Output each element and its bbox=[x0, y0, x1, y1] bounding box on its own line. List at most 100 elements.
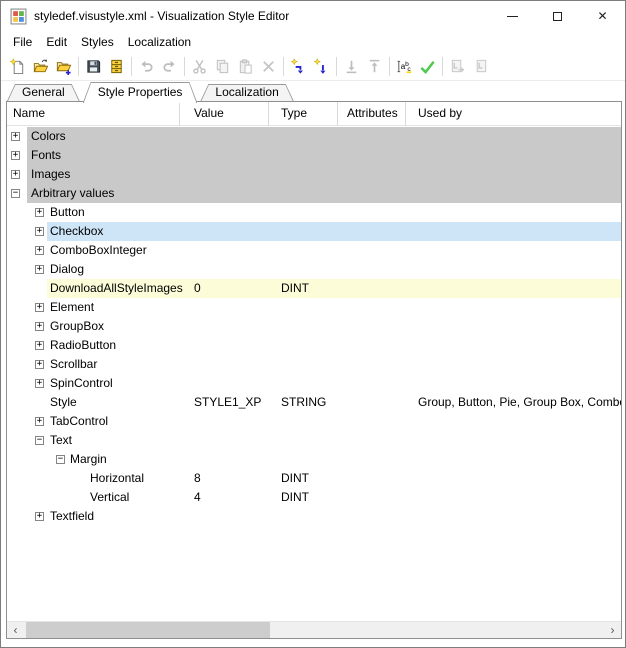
expander-plus-icon[interactable]: + bbox=[11, 151, 20, 160]
tab-localization[interactable]: Localization bbox=[200, 84, 293, 101]
tree-row-colors[interactable]: +Colors bbox=[7, 127, 621, 146]
expander-plus-icon[interactable]: + bbox=[11, 132, 20, 141]
horizontal-scrollbar[interactable]: ‹ › bbox=[7, 621, 621, 638]
expander-plus-icon[interactable]: + bbox=[35, 417, 44, 426]
toolbar-separator bbox=[442, 57, 443, 76]
toolbar-insert-below-button[interactable] bbox=[310, 55, 333, 78]
row-highlight bbox=[27, 146, 621, 165]
expander-minus-icon[interactable]: − bbox=[35, 436, 44, 445]
menu-styles[interactable]: Styles bbox=[74, 31, 121, 53]
tree-row-dialog[interactable]: +Dialog bbox=[7, 260, 621, 279]
row-name: Scrollbar bbox=[50, 355, 97, 374]
tree-row-groupbox[interactable]: +GroupBox bbox=[7, 317, 621, 336]
expander-plus-icon[interactable]: + bbox=[35, 303, 44, 312]
row-used-by: Group, Button, Pie, Group Box, Combo Bo bbox=[418, 393, 621, 412]
tree-row-scrollbar[interactable]: + Scrollbar bbox=[7, 355, 621, 374]
expander-plus-icon[interactable]: + bbox=[35, 322, 44, 331]
tree-row-style[interactable]: Style STYLE1_XP STRING Group, Button, Pie, … bbox=[7, 393, 621, 412]
toolbar-insert-child-button[interactable] bbox=[287, 55, 310, 78]
scroll-left-button[interactable]: ‹ bbox=[7, 622, 24, 638]
toolbar-move-down-button bbox=[340, 55, 363, 78]
expander-plus-icon[interactable]: + bbox=[11, 170, 20, 179]
scrollbar-track[interactable] bbox=[24, 622, 604, 638]
tab-style-properties[interactable]: Style Properties bbox=[83, 82, 198, 103]
row-type: STRING bbox=[281, 393, 326, 412]
expander-plus-icon[interactable]: + bbox=[35, 208, 44, 217]
expander-plus-icon[interactable]: + bbox=[35, 227, 44, 236]
toolbar-new-file-button[interactable] bbox=[6, 55, 29, 78]
toolbar-localize-export-button bbox=[446, 55, 469, 78]
tree-row-vertical[interactable]: Vertical4DINT bbox=[7, 488, 621, 507]
toolbar-copy-button bbox=[211, 55, 234, 78]
tree-row-element[interactable]: +Element bbox=[7, 298, 621, 317]
minimize-button[interactable] bbox=[490, 1, 535, 31]
expander-minus-icon[interactable]: − bbox=[11, 189, 20, 198]
toolbar-validate-button[interactable] bbox=[416, 55, 439, 78]
tree-row-checkbox[interactable]: +Checkbox bbox=[7, 222, 621, 241]
close-button[interactable]: ✕ bbox=[580, 1, 625, 31]
toolbar-rename-button[interactable]: abc bbox=[393, 55, 416, 78]
column-header-attributes[interactable]: Attributes bbox=[338, 102, 406, 126]
tree-row-arbitrary-values[interactable]: −Arbitrary values bbox=[7, 184, 621, 203]
row-type: DINT bbox=[281, 488, 309, 507]
toolbar-open-file-button[interactable] bbox=[29, 55, 52, 78]
localize-import-icon bbox=[472, 58, 489, 75]
close-icon: ✕ bbox=[597, 10, 607, 22]
scrollbar-thumb[interactable] bbox=[26, 622, 270, 638]
tree-row-comboboxinteger[interactable]: + ComboBoxInteger bbox=[7, 241, 621, 260]
expander-plus-icon[interactable]: + bbox=[35, 246, 44, 255]
tab-general[interactable]: General bbox=[7, 84, 80, 101]
toolbar-separator bbox=[184, 57, 185, 76]
save-archive-icon bbox=[108, 58, 125, 75]
property-tree: +Colors+Fonts+Images−Arbitrary values+Bu… bbox=[7, 127, 621, 621]
scroll-right-button[interactable]: › bbox=[604, 622, 621, 638]
expander-plus-icon[interactable]: + bbox=[35, 379, 44, 388]
tree-row-horizontal[interactable]: Horizontal8DINT bbox=[7, 469, 621, 488]
column-header-used-by[interactable]: Used by bbox=[406, 102, 621, 126]
row-name: Style bbox=[50, 393, 77, 412]
row-highlight bbox=[27, 184, 621, 203]
open-file-icon bbox=[32, 58, 49, 75]
toolbar-paste-button bbox=[234, 55, 257, 78]
tree-row-radiobutton[interactable]: + RadioButton bbox=[7, 336, 621, 355]
menu-edit[interactable]: Edit bbox=[39, 31, 74, 53]
menu-localization[interactable]: Localization bbox=[121, 31, 198, 53]
tree-row-tabcontrol[interactable]: +TabControl bbox=[7, 412, 621, 431]
expander-minus-icon[interactable]: − bbox=[56, 455, 65, 464]
tree-row-button[interactable]: +Button bbox=[7, 203, 621, 222]
toolbar: abc bbox=[1, 53, 625, 81]
delete-icon bbox=[260, 58, 277, 75]
copy-icon bbox=[214, 58, 231, 75]
tree-row-downloadallstyleimages[interactable]: DownloadAllStyleImages0DINT bbox=[7, 279, 621, 298]
tree-row-images[interactable]: +Images bbox=[7, 165, 621, 184]
toolbar-save-button[interactable] bbox=[82, 55, 105, 78]
column-header-type[interactable]: Type bbox=[269, 102, 338, 126]
tab-label: Localization bbox=[200, 84, 293, 100]
row-value: STYLE1_XP bbox=[194, 393, 261, 412]
row-value: 0 bbox=[194, 279, 201, 298]
expander-plus-icon[interactable]: + bbox=[35, 265, 44, 274]
column-header-name[interactable]: Name bbox=[7, 102, 180, 126]
app-window: styledef.visustyle.xml - Visualization S… bbox=[0, 0, 626, 648]
row-name: ComboBoxInteger bbox=[50, 241, 147, 260]
expander-plus-icon[interactable]: + bbox=[35, 341, 44, 350]
toolbar-save-archive-button[interactable] bbox=[105, 55, 128, 78]
move-down-icon bbox=[343, 58, 360, 75]
menu-file[interactable]: File bbox=[6, 31, 39, 53]
row-name: RadioButton bbox=[50, 336, 116, 355]
expander-plus-icon[interactable]: + bbox=[35, 512, 44, 521]
tree-row-fonts[interactable]: +Fonts bbox=[7, 146, 621, 165]
toolbar-cut-button bbox=[188, 55, 211, 78]
tree-row-spincontrol[interactable]: +SpinControl bbox=[7, 374, 621, 393]
title-bar: styledef.visustyle.xml - Visualization S… bbox=[1, 1, 625, 31]
tree-row-text[interactable]: −Text bbox=[7, 431, 621, 450]
tree-row-margin[interactable]: −Margin bbox=[7, 450, 621, 469]
maximize-button[interactable] bbox=[535, 1, 580, 31]
tree-row-textfield[interactable]: +Textfield bbox=[7, 507, 621, 526]
app-icon bbox=[10, 8, 27, 25]
maximize-icon bbox=[553, 12, 562, 21]
column-header-value[interactable]: Value bbox=[180, 102, 269, 126]
expander-plus-icon[interactable]: + bbox=[35, 360, 44, 369]
toolbar-separator bbox=[389, 57, 390, 76]
toolbar-open-add-button[interactable] bbox=[52, 55, 75, 78]
